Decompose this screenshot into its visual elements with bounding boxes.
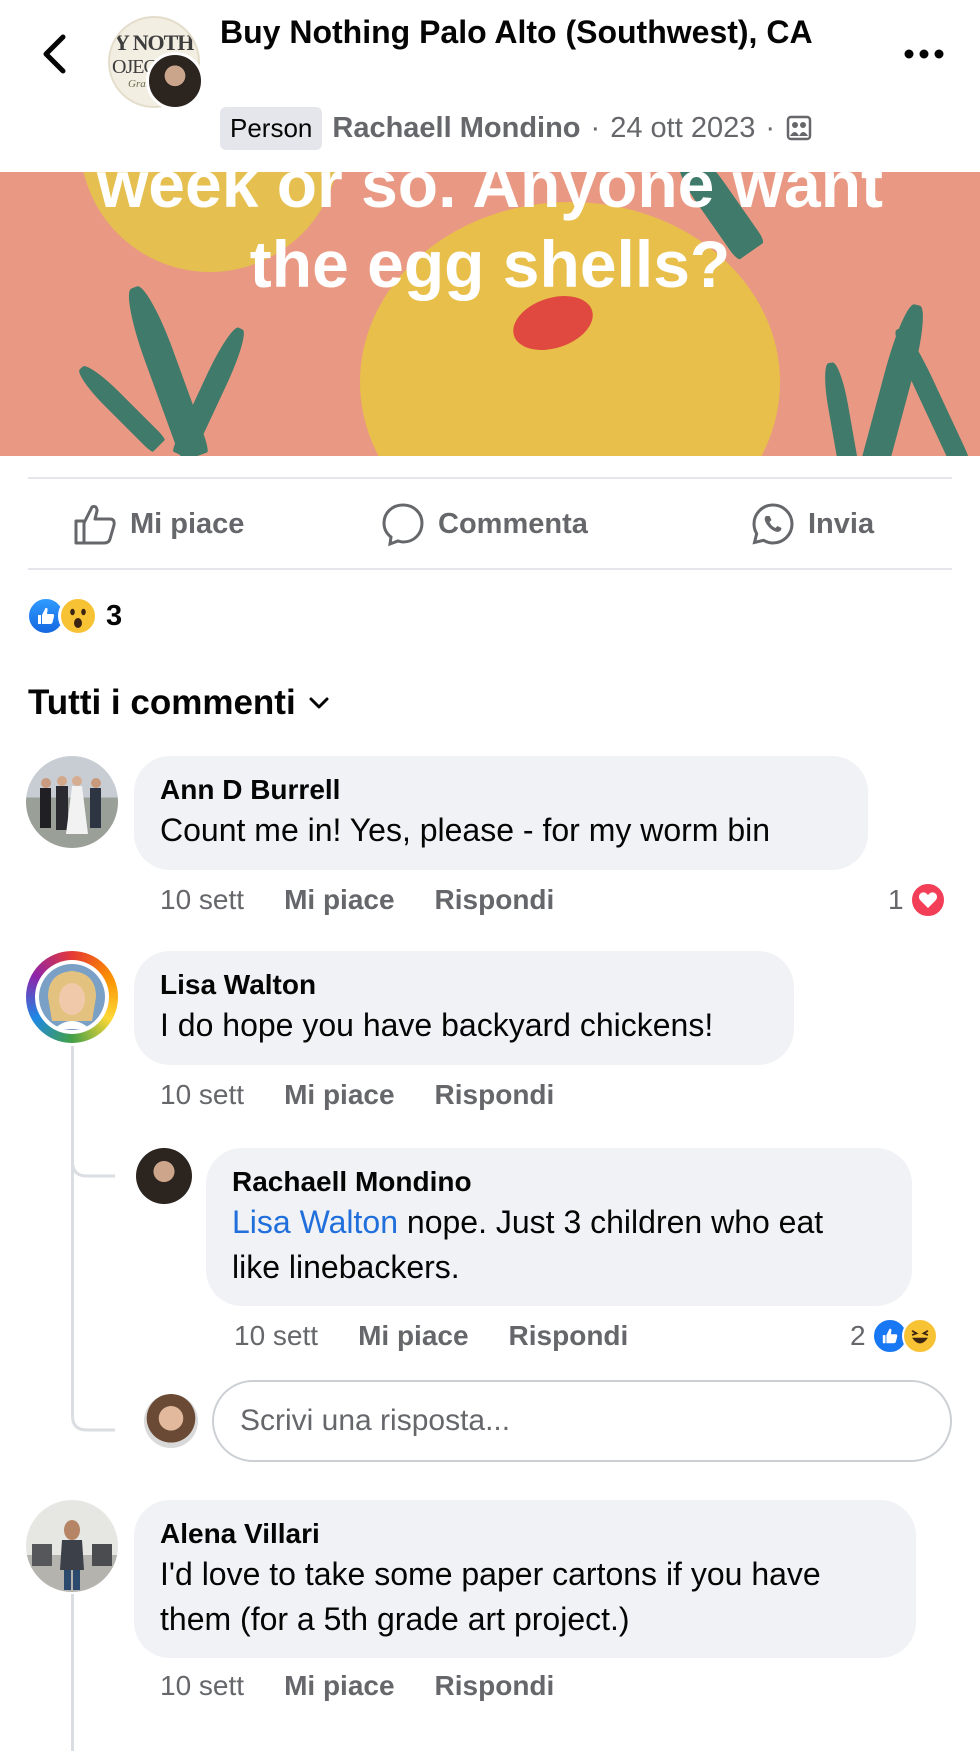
comment-reply-button[interactable]: Rispondi — [435, 1079, 555, 1111]
current-user-avatar — [144, 1394, 198, 1448]
comment-reply-button[interactable]: Rispondi — [435, 884, 555, 916]
author-avatar[interactable] — [146, 52, 204, 110]
send-label: Invia — [808, 507, 875, 540]
like-label: Mi piace — [130, 507, 245, 540]
comment-text: I'd love to take some paper cartons if y… — [160, 1556, 821, 1592]
reply-bubble[interactable]: Rachaell Mondino Lisa Walton nope. Just … — [206, 1148, 912, 1306]
comment-reply-button[interactable]: Rispondi — [435, 1670, 555, 1702]
sort-label: Tutti i commenti — [28, 683, 296, 722]
commenter-avatar[interactable] — [26, 1500, 118, 1592]
post-date[interactable]: 24 ott 2023 — [610, 112, 755, 145]
comment-time[interactable]: 10 sett — [160, 884, 244, 916]
reply-reply-button[interactable]: Rispondi — [509, 1320, 629, 1352]
comment-bubble[interactable]: Lisa Walton I do hope you have backyard … — [134, 951, 794, 1065]
comment-time[interactable]: 10 sett — [160, 1079, 244, 1111]
comment-author[interactable]: Alena Villari — [160, 1516, 890, 1552]
reactions-summary[interactable]: 3 — [26, 596, 122, 636]
comment-button[interactable]: Commenta — [380, 494, 588, 554]
comment-bubble-icon — [382, 503, 424, 547]
comment-author[interactable]: Lisa Walton — [160, 967, 768, 1003]
post-author[interactable]: Rachaell Mondino — [332, 112, 580, 145]
comment-actions: 10 sett Mi piace Rispondi — [160, 1666, 594, 1706]
reply-reactions[interactable]: 2 — [850, 1316, 938, 1356]
reply-like-button[interactable]: Mi piace — [358, 1320, 468, 1352]
comment-bubble[interactable]: Ann D Burrell Count me in! Yes, please -… — [134, 756, 868, 870]
commenter-avatar[interactable] — [26, 756, 118, 848]
reply-author-avatar[interactable] — [136, 1148, 192, 1204]
post-meta: Person Rachaell Mondino · 24 ott 2023 · — [220, 106, 813, 150]
divider — [28, 477, 952, 479]
more-options-button[interactable] — [898, 34, 950, 74]
meta-separator: · — [590, 111, 601, 144]
comment-actions: 10 sett Mi piace Rispondi — [160, 880, 594, 920]
comment-like-button[interactable]: Mi piace — [284, 1079, 394, 1111]
comment-like-button[interactable]: Mi piace — [284, 884, 394, 916]
comment-reactions[interactable]: 1 — [888, 880, 946, 920]
haha-reaction-icon — [901, 1318, 938, 1354]
thread-line — [71, 1594, 74, 1751]
chevron-down-icon — [309, 697, 329, 709]
person-badge: Person — [220, 106, 323, 150]
meta-separator: · — [765, 111, 776, 144]
reply-time[interactable]: 10 sett — [234, 1320, 318, 1352]
group-members-icon — [786, 115, 812, 141]
group-title[interactable]: Buy Nothing Palo Alto (Southwest), CA — [220, 10, 860, 54]
post-banner: week or so. Anyone want the egg shells? — [0, 172, 980, 456]
comment-actions: 10 sett Mi piace Rispondi — [160, 1075, 594, 1115]
comment-text: Count me in! Yes, please - for my worm b… — [160, 812, 771, 848]
comment-text: I do hope you have backyard chickens! — [160, 1007, 714, 1043]
reply-reaction-count: 2 — [850, 1320, 866, 1351]
comments-sort-dropdown[interactable]: Tutti i commenti — [28, 678, 330, 728]
reply-actions: 10 sett Mi piace Rispondi — [234, 1316, 668, 1356]
post-header: Y NOTH OJECT Gratitu Buy Nothing Palo Al… — [0, 0, 980, 172]
comment-text: them (for a 5th grade art project.) — [160, 1601, 630, 1637]
heart-reaction-icon — [909, 882, 946, 918]
reply-input-placeholder: Scrivi una risposta... — [240, 1404, 511, 1437]
divider — [28, 568, 952, 570]
thumbs-up-icon — [74, 505, 116, 545]
reply-author[interactable]: Rachaell Mondino — [232, 1164, 886, 1200]
like-button[interactable]: Mi piace — [72, 494, 244, 554]
reply-text: Lisa Walton nope. Just 3 children who ea… — [232, 1204, 824, 1240]
comment-reaction-count: 1 — [888, 884, 904, 915]
comment-bubble[interactable]: Alena Villari I'd love to take some pape… — [134, 1500, 916, 1658]
send-button[interactable]: Invia — [750, 494, 874, 554]
comment-like-button[interactable]: Mi piace — [284, 1670, 394, 1702]
whatsapp-icon — [752, 503, 794, 545]
more-horizontal-icon — [904, 49, 944, 59]
mention-link[interactable]: Lisa Walton — [232, 1204, 398, 1240]
chevron-left-icon — [43, 34, 66, 74]
commenter-avatar[interactable] — [26, 951, 118, 1043]
reply-input[interactable]: Scrivi una risposta... — [212, 1380, 952, 1462]
thread-connector — [71, 1110, 115, 1432]
comment-label: Commenta — [438, 507, 588, 540]
comment-time[interactable]: 10 sett — [160, 1670, 244, 1702]
back-button[interactable] — [30, 26, 78, 82]
reaction-count: 3 — [106, 599, 123, 632]
banner-text: week or so. Anyone want the egg shells? — [96, 172, 884, 301]
wow-reaction-icon — [58, 596, 98, 636]
comment-author[interactable]: Ann D Burrell — [160, 772, 842, 808]
reply-text: like linebackers. — [232, 1249, 460, 1285]
